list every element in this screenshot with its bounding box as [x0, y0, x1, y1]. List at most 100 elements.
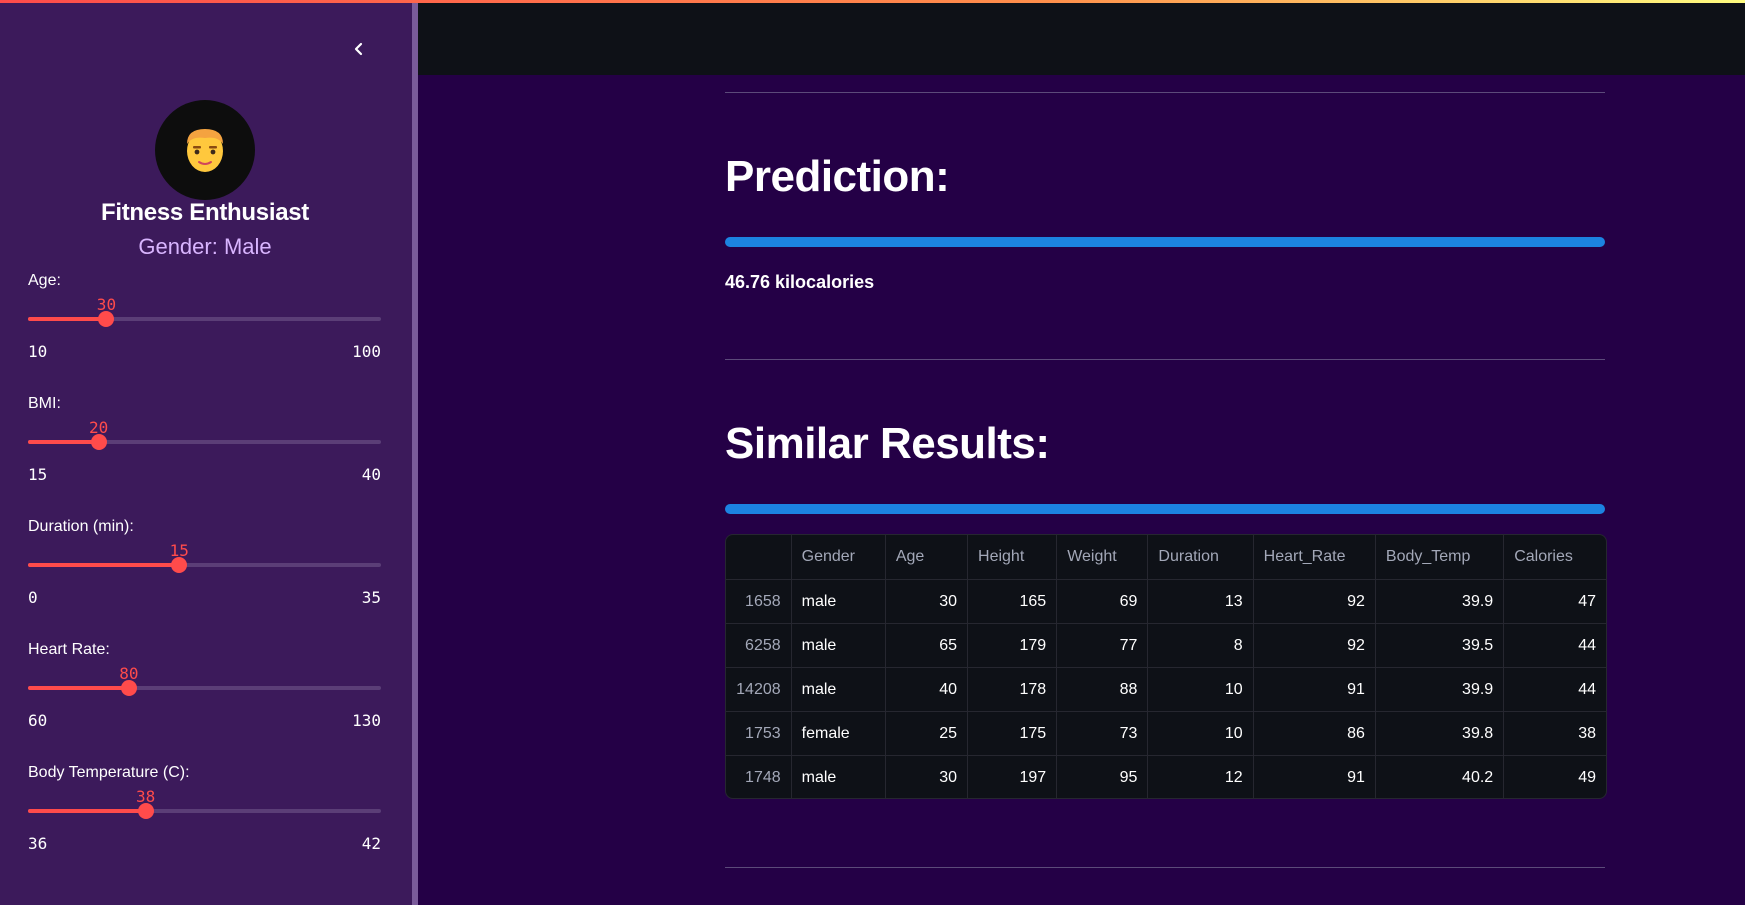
column-header[interactable]: Body_Temp [1375, 535, 1505, 580]
row-index-cell: 1748 [726, 755, 792, 798]
slider-fill [28, 563, 180, 567]
table-cell: 10 [1147, 711, 1254, 756]
table-cell: 88 [1056, 667, 1149, 712]
table-cell: 47 [1503, 579, 1606, 624]
prediction-progress-bar [725, 237, 1605, 247]
slider-track[interactable] [28, 311, 381, 327]
table-cell: 197 [967, 755, 1058, 798]
table-row[interactable]: 1748 male 30 197 95 12 91 40.2 49 [726, 755, 1606, 798]
row-index-cell: 1658 [726, 579, 792, 624]
divider [725, 359, 1605, 360]
table-cell: 40 [885, 667, 969, 712]
slider-max: 40 [361, 465, 381, 484]
table-cell: male [791, 579, 886, 624]
slider-fill [28, 440, 99, 444]
app-header [418, 3, 1745, 75]
table-cell: 91 [1253, 667, 1376, 712]
slider-fill [28, 809, 146, 813]
table-cell: 165 [967, 579, 1058, 624]
avatar [155, 100, 255, 200]
slider-label: Duration (min): [28, 518, 134, 535]
table-cell: 65 [885, 623, 969, 668]
slider-2[interactable]: Duration (min): 15 0 35 [28, 518, 381, 628]
slider-track[interactable] [28, 803, 381, 819]
prediction-value: 46.76 kilocalories [725, 272, 875, 292]
slider-thumb[interactable] [137, 803, 154, 819]
similar-results-progress-bar [725, 504, 1605, 514]
table-cell: 12 [1147, 755, 1254, 798]
slider-min: 0 [28, 588, 38, 607]
slider-max: 130 [352, 711, 381, 730]
table-row[interactable]: 1658 male 30 165 69 13 92 39.9 47 [726, 579, 1606, 624]
table-cell: 69 [1056, 579, 1149, 624]
slider-1[interactable]: BMI: 20 15 40 [28, 395, 381, 505]
table-cell: 92 [1253, 623, 1376, 668]
slider-label: Heart Rate: [28, 641, 110, 658]
slider-fill [28, 317, 107, 321]
table-cell: 39.9 [1375, 579, 1505, 624]
table-row[interactable]: 14208 male 40 178 88 10 91 39.9 44 [726, 667, 1606, 712]
top-accent-bar [0, 0, 1745, 3]
sidebar: Fitness Enthusiast Gender: Male Age: 30 10… [0, 0, 412, 905]
slider-min: 15 [28, 465, 48, 484]
slider-0[interactable]: Age: 30 10 100 [28, 272, 381, 382]
column-header[interactable]: Heart_Rate [1253, 535, 1376, 580]
table-cell: 25 [885, 711, 969, 756]
similar-results-title: Similar Results: [725, 419, 1050, 468]
slider-track[interactable] [28, 434, 381, 450]
slider-track[interactable] [28, 680, 381, 696]
similar-results-table[interactable]: Gender Age Height Weight Duration Heart_Rate B… [725, 534, 1607, 799]
table-cell: 30 [885, 579, 969, 624]
table-cell: male [791, 667, 886, 712]
column-header[interactable]: Gender [791, 535, 886, 580]
row-index-cell: 6258 [726, 623, 792, 668]
table-cell: 92 [1253, 579, 1376, 624]
table-cell: 30 [885, 755, 969, 798]
table-cell: 10 [1147, 667, 1254, 712]
slider-track[interactable] [28, 557, 381, 573]
slider-label: Age: [28, 272, 61, 289]
table-cell: 44 [1503, 667, 1606, 712]
table-cell: 95 [1056, 755, 1149, 798]
slider-3[interactable]: Heart Rate: 80 60 130 [28, 641, 381, 751]
man-face-emoji-icon [187, 129, 223, 172]
table-cell: 175 [967, 711, 1058, 756]
column-header[interactable]: Duration [1147, 535, 1254, 580]
table-cell: 178 [967, 667, 1058, 712]
table-row[interactable]: 1753 female 25 175 73 10 86 39.8 38 [726, 711, 1606, 756]
slider-thumb[interactable] [90, 434, 107, 450]
table-cell: 8 [1147, 623, 1254, 668]
sidebar-resize-handle[interactable] [412, 0, 418, 905]
slider-thumb[interactable] [98, 311, 115, 327]
column-header[interactable] [726, 535, 792, 580]
slider-min: 36 [28, 834, 48, 853]
table-cell: male [791, 755, 886, 798]
slider-min: 60 [28, 711, 48, 730]
table-row[interactable]: 6258 male 65 179 77 8 92 39.5 44 [726, 623, 1606, 668]
column-header[interactable]: Age [885, 535, 969, 580]
table-cell: male [791, 623, 886, 668]
slider-max: 100 [352, 342, 381, 361]
table-header-row: Gender Age Height Weight Duration Heart_Rate B… [726, 535, 1606, 580]
table-cell: 179 [967, 623, 1058, 668]
divider [725, 867, 1605, 868]
column-header[interactable]: Calories [1503, 535, 1606, 580]
slider-label: BMI: [28, 395, 61, 412]
table-cell: 13 [1147, 579, 1254, 624]
table-cell: 91 [1253, 755, 1376, 798]
slider-max: 42 [361, 834, 381, 853]
slider-4[interactable]: Body Temperature (C): 38 36 42 [28, 764, 381, 874]
collapse-sidebar-button[interactable] [346, 36, 372, 62]
profile-name: Fitness Enthusiast [101, 199, 309, 226]
column-header[interactable]: Weight [1056, 535, 1149, 580]
chevron-left-icon [354, 42, 363, 56]
table-cell: 44 [1503, 623, 1606, 668]
row-index-cell: 14208 [726, 667, 792, 712]
slider-thumb[interactable] [171, 557, 188, 573]
table-cell: 49 [1578, 768, 1596, 786]
table-cell: female [791, 711, 886, 756]
table-cell: 86 [1253, 711, 1376, 756]
slider-thumb[interactable] [120, 680, 137, 696]
column-header[interactable]: Height [967, 535, 1058, 580]
table-cell: 39.9 [1375, 667, 1505, 712]
